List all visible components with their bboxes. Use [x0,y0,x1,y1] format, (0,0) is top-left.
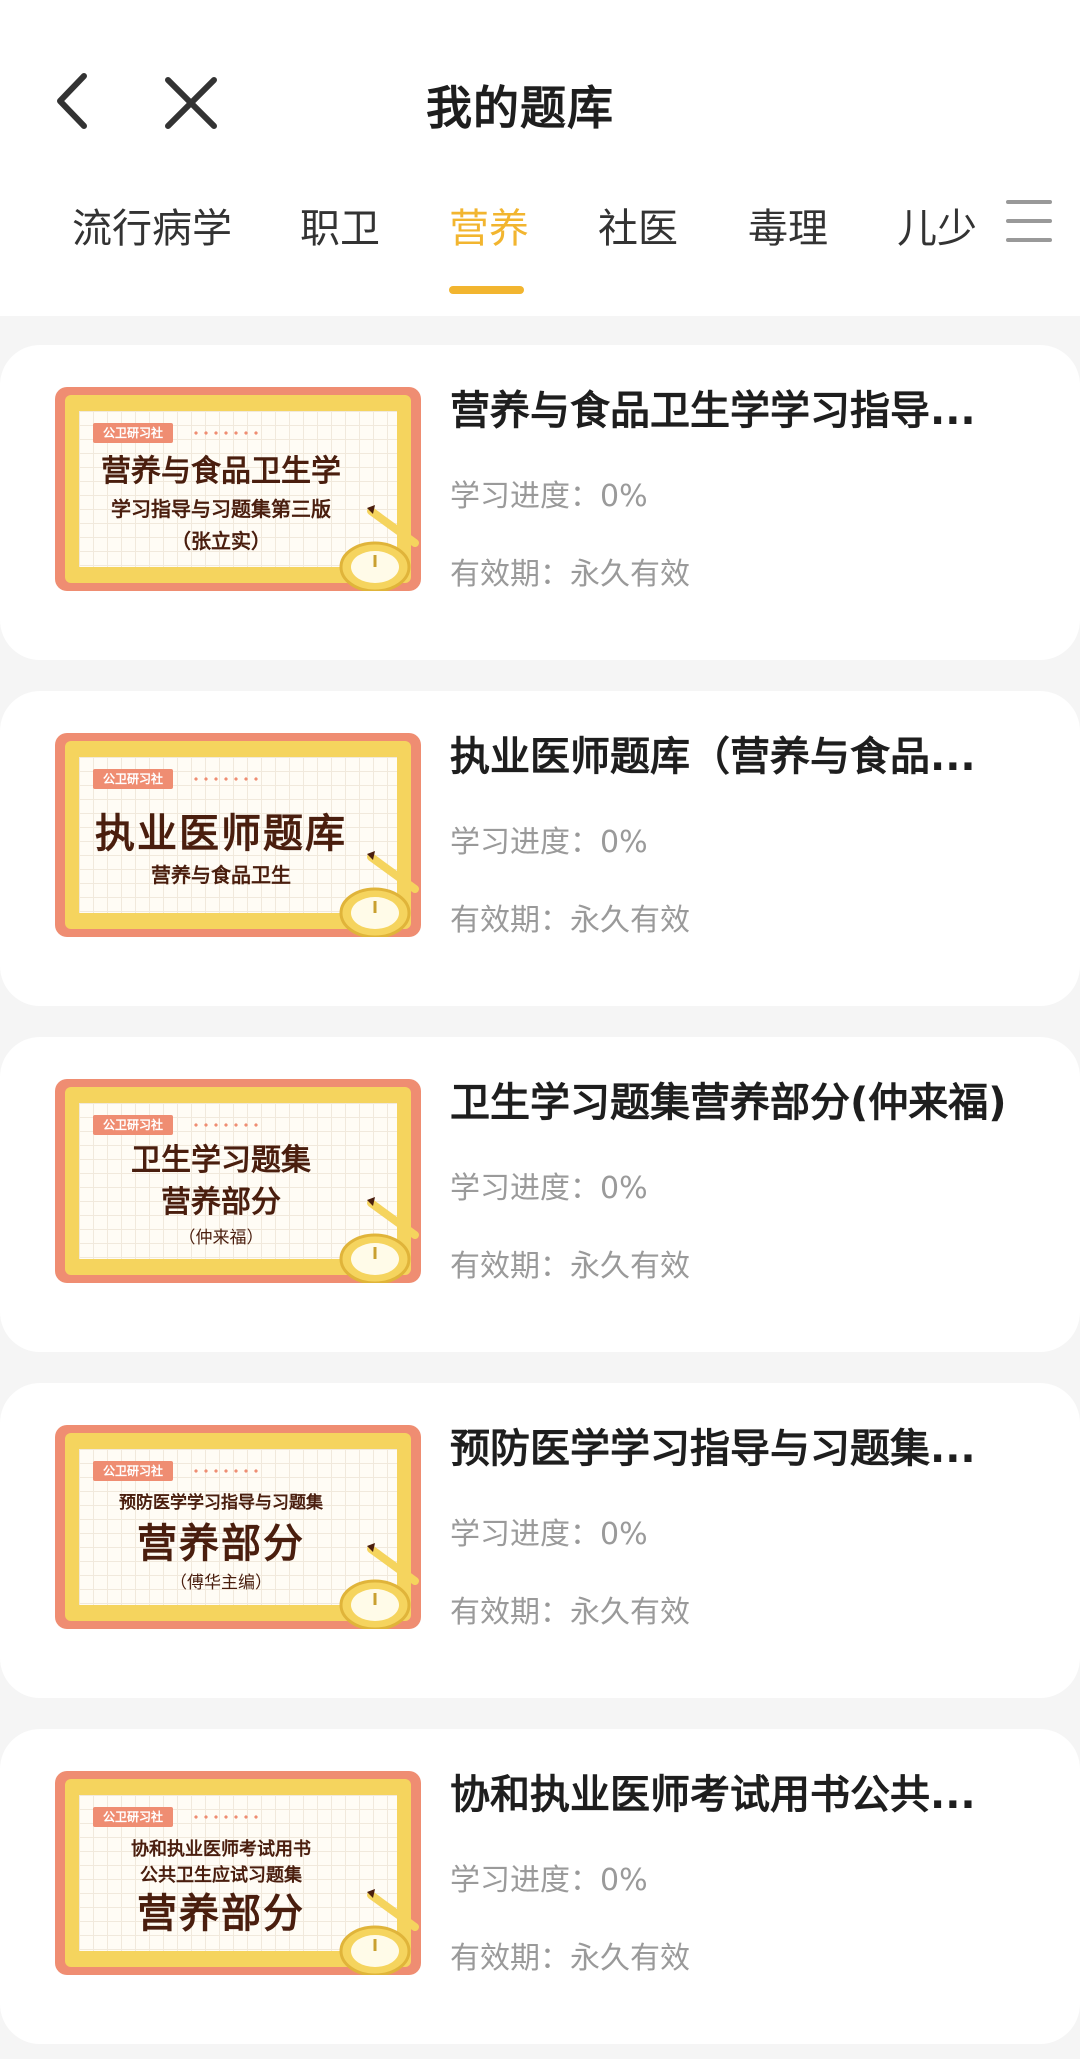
item-title: 预防医学学习指导与习题集... [450,1426,976,1472]
list-item[interactable]: 公卫研习社 营养与食品卫生学 学习指导与习题集第三版 （张立实） 营养与食品卫生… [0,345,1080,660]
cover-line: 学习指导与习题集第三版 [111,497,331,521]
cover-tag: 公卫研习社 [93,423,174,443]
validity-text: 有效期：永久有效 [450,1595,690,1630]
cover-line: 预防医学学习指导与习题集 [119,1493,323,1513]
category-menu-button[interactable] [1006,198,1052,244]
list-item[interactable]: 公卫研习社 协和执业医师考试用书 公共卫生应试习题集 营养部分 协和执业医师考试… [0,1729,1080,2044]
cover-line: （傅华主编） [170,1573,272,1593]
pencil-clock-icon [339,851,419,937]
cover-tag: 公卫研习社 [93,1807,174,1827]
cover-line: 营养部分 [161,1185,281,1220]
item-title: 卫生学习题集营养部分(仲来福) [450,1080,1007,1126]
list-item[interactable]: 公卫研习社 预防医学学习指导与习题集 营养部分 （傅华主编） 预防医学学习指导与… [0,1383,1080,1698]
book-cover: 公卫研习社 协和执业医师考试用书 公共卫生应试习题集 营养部分 [55,1771,421,1975]
item-title: 营养与食品卫生学学习指导... [450,388,976,434]
tab-epidemiology[interactable]: 流行病学 [72,196,232,254]
cover-line: 执业医师题库 [95,811,347,857]
cover-line: 卫生学习题集 [131,1143,311,1178]
cover-line: 协和执业医师考试用书 [131,1839,311,1860]
tab-social-medicine[interactable]: 社医 [598,196,678,254]
book-cover: 公卫研习社 营养与食品卫生学 学习指导与习题集第三版 （张立实） [55,387,421,591]
cover-line: 营养部分 [137,1521,305,1567]
list-item[interactable]: 公卫研习社 执业医师题库 营养与食品卫生 执业医师题库（营养与食品... 学习进… [0,691,1080,1006]
tab-toxicology[interactable]: 毒理 [748,196,828,254]
pencil-clock-icon [339,1543,419,1629]
cover-line: （张立实） [171,529,271,553]
progress-text: 学习进度：0% [450,1517,648,1552]
cover-line: 营养与食品卫生学 [101,454,341,489]
item-title: 协和执业医师考试用书公共... [450,1772,976,1818]
validity-text: 有效期：永久有效 [450,903,690,938]
validity-text: 有效期：永久有效 [450,1941,690,1976]
pencil-clock-icon [339,505,419,591]
cover-tag: 公卫研习社 [93,1115,174,1135]
pencil-clock-icon [339,1889,419,1975]
cover-line: 营养与食品卫生 [151,863,291,887]
cover-tag: 公卫研习社 [93,1461,174,1481]
cover-line: 公共卫生应试习题集 [140,1865,302,1886]
progress-text: 学习进度：0% [450,1171,648,1206]
cover-line: （仲来福） [178,1228,264,1248]
item-title: 执业医师题库（营养与食品... [450,734,976,780]
category-tabs: 流行病学 职卫 营养 社医 毒理 儿少 [0,196,1080,276]
book-cover: 公卫研习社 预防医学学习指导与习题集 营养部分 （傅华主编） [55,1425,421,1629]
book-cover: 公卫研习社 卫生学习题集 营养部分 （仲来福） [55,1079,421,1283]
top-bar: 我的题库 流行病学 职卫 营养 社医 毒理 儿少 [0,0,1080,316]
book-cover: 公卫研习社 执业医师题库 营养与食品卫生 [55,733,421,937]
list-item[interactable]: 公卫研习社 卫生学习题集 营养部分 （仲来福） 卫生学习题集营养部分(仲来福) … [0,1037,1080,1352]
tab-occupational-health[interactable]: 职卫 [300,196,380,254]
menu-icon [1006,200,1052,242]
active-tab-indicator [449,286,524,294]
validity-text: 有效期：永久有效 [450,1249,690,1284]
pencil-clock-icon [339,1197,419,1283]
tab-child-adolescent[interactable]: 儿少 [897,196,977,254]
progress-text: 学习进度：0% [450,479,648,514]
validity-text: 有效期：永久有效 [450,557,690,592]
progress-text: 学习进度：0% [450,825,648,860]
progress-text: 学习进度：0% [450,1863,648,1898]
cover-tag: 公卫研习社 [93,769,174,789]
tab-nutrition[interactable]: 营养 [449,196,529,254]
cover-line: 营养部分 [137,1891,305,1937]
page-title: 我的题库 [426,81,614,135]
